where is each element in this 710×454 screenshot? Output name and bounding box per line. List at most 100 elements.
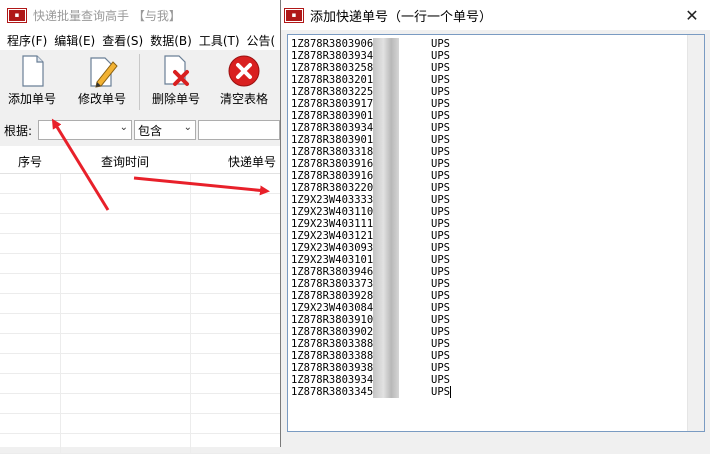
grid-column-line: [60, 294, 61, 313]
tracking-line: 1Z9X23W4030845 UPS: [291, 302, 450, 314]
table-row[interactable]: [0, 174, 280, 194]
table-row[interactable]: [0, 274, 280, 294]
table-row[interactable]: [0, 234, 280, 254]
tracking-line: 1Z878R38039284 UPS: [291, 290, 450, 302]
menu-view[interactable]: 查看(S): [95, 30, 143, 50]
toolbar: 添加单号 修改单号 删除单号 清空表格: [0, 50, 280, 118]
grid-column-line: [190, 314, 191, 333]
grid-column-line: [60, 434, 61, 453]
edit-number-button[interactable]: 修改单号: [74, 54, 130, 114]
tracking-line: 1Z878R38033185 UPS: [291, 146, 450, 158]
grid-column-line: [190, 354, 191, 373]
grid-column-line: [60, 354, 61, 373]
redaction-blur: [373, 230, 399, 242]
carrier-name: UPS: [431, 170, 450, 182]
table-row[interactable]: [0, 194, 280, 214]
grid-column-line: [60, 274, 61, 293]
redaction-blur: [373, 278, 399, 290]
grid-column-line: [190, 414, 191, 433]
tracking-line: 1Z9X23W4031211 UPS: [291, 230, 450, 242]
carrier-name: UPS: [431, 278, 450, 290]
grid-column-line: [190, 274, 191, 293]
column-header-index[interactable]: 序号: [0, 146, 60, 173]
table-row[interactable]: [0, 334, 280, 354]
menu-program[interactable]: 程序(F): [0, 30, 47, 50]
tracking-line: 1Z9X23W4030932 UPS: [291, 242, 450, 254]
carrier-name: UPS: [431, 386, 450, 398]
tracking-line: 1Z878R38039105 UPS: [291, 314, 450, 326]
grid-column-line: [60, 174, 61, 193]
table-row[interactable]: [0, 394, 280, 414]
tracking-line: 1Z878R38039017 UPS: [291, 110, 450, 122]
redaction-blur: [373, 242, 399, 254]
carrier-name: UPS: [431, 290, 450, 302]
dialog-title: 添加快递单号（一行一个单号）: [310, 9, 493, 25]
tracking-line: 1Z878R38039021 UPS: [291, 326, 450, 338]
menu-data[interactable]: 数据(B): [143, 30, 192, 50]
redaction-blur: [373, 302, 399, 314]
table-row[interactable]: [0, 294, 280, 314]
filter-field-select[interactable]: ⌄: [38, 120, 132, 140]
redaction-blur: [373, 110, 399, 122]
tracking-line: 1Z878R38033881 UPS: [291, 338, 450, 350]
table-row[interactable]: [0, 414, 280, 434]
tracking-line: 1Z9X23W4031012 UPS: [291, 254, 450, 266]
tracking-line: 1Z878R38039068 UPS: [291, 38, 450, 50]
column-header-query-time[interactable]: 查询时间: [60, 146, 190, 173]
menu-tools[interactable]: 工具(T): [192, 30, 240, 50]
chevron-down-icon: ⌄: [119, 122, 128, 133]
delete-number-button[interactable]: 删除单号: [148, 54, 204, 114]
dialog-title-bar: ▪ 添加快递单号（一行一个单号）: [281, 0, 710, 30]
redaction-blur: [373, 386, 399, 398]
grid-column-line: [190, 294, 191, 313]
tracking-line: 1Z878R38033885 UPS: [291, 350, 450, 362]
menu-edit[interactable]: 编辑(E): [47, 30, 95, 50]
carrier-name: UPS: [431, 74, 450, 86]
grid-column-line: [60, 334, 61, 353]
carrier-name: UPS: [431, 230, 450, 242]
redaction-blur: [373, 338, 399, 350]
menu-notice[interactable]: 公告(: [240, 30, 276, 50]
vertical-scrollbar[interactable]: [687, 35, 704, 431]
table-row[interactable]: [0, 374, 280, 394]
grid-column-line: [60, 214, 61, 233]
redaction-blur: [373, 326, 399, 338]
clear-table-button[interactable]: 清空表格: [216, 54, 272, 114]
grid-column-line: [190, 254, 191, 273]
tracking-line: 1Z878R38039169 UPS: [291, 170, 450, 182]
table-row[interactable]: [0, 434, 280, 454]
results-grid[interactable]: 序号 查询时间 快递单号: [0, 146, 280, 454]
carrier-name: UPS: [431, 62, 450, 74]
tracking-line: 1Z878R38039344 UPS: [291, 374, 450, 386]
redaction-blur: [373, 290, 399, 302]
column-header-tracking-number[interactable]: 快递单号: [190, 146, 280, 173]
grid-column-line: [190, 194, 191, 213]
document-icon: [15, 54, 49, 88]
grid-column-line: [60, 254, 61, 273]
table-row[interactable]: [0, 354, 280, 374]
redaction-blur: [373, 266, 399, 278]
chevron-down-icon: ⌄: [183, 122, 192, 133]
filter-operator-select[interactable]: 包含 ⌄: [134, 120, 196, 140]
table-row[interactable]: [0, 314, 280, 334]
grid-column-line: [190, 174, 191, 193]
filter-bar: 根据: ⌄ 包含 ⌄: [0, 118, 280, 142]
tracking-numbers-textarea[interactable]: 1Z878R38039068 UPS 1Z878R38039342 UPS 1Z878R…: [287, 34, 705, 432]
edit-number-label: 修改单号: [77, 92, 126, 106]
carrier-name: UPS: [431, 374, 450, 386]
tracking-line: 1Z9X23W40333320 UPS: [291, 194, 450, 206]
redaction-blur: [373, 86, 399, 98]
filter-text-input[interactable]: [198, 120, 280, 140]
grid-column-line: [190, 374, 191, 393]
table-row[interactable]: [0, 254, 280, 274]
grid-body: [0, 174, 280, 454]
redaction-blur: [373, 194, 399, 206]
close-icon[interactable]: ✕: [674, 0, 710, 30]
grid-column-line: [60, 314, 61, 333]
redaction-blur: [373, 254, 399, 266]
redaction-blur: [373, 314, 399, 326]
table-row[interactable]: [0, 214, 280, 234]
carrier-name: UPS: [431, 254, 450, 266]
carrier-name: UPS: [431, 98, 450, 110]
add-number-button[interactable]: 添加单号: [4, 54, 60, 114]
